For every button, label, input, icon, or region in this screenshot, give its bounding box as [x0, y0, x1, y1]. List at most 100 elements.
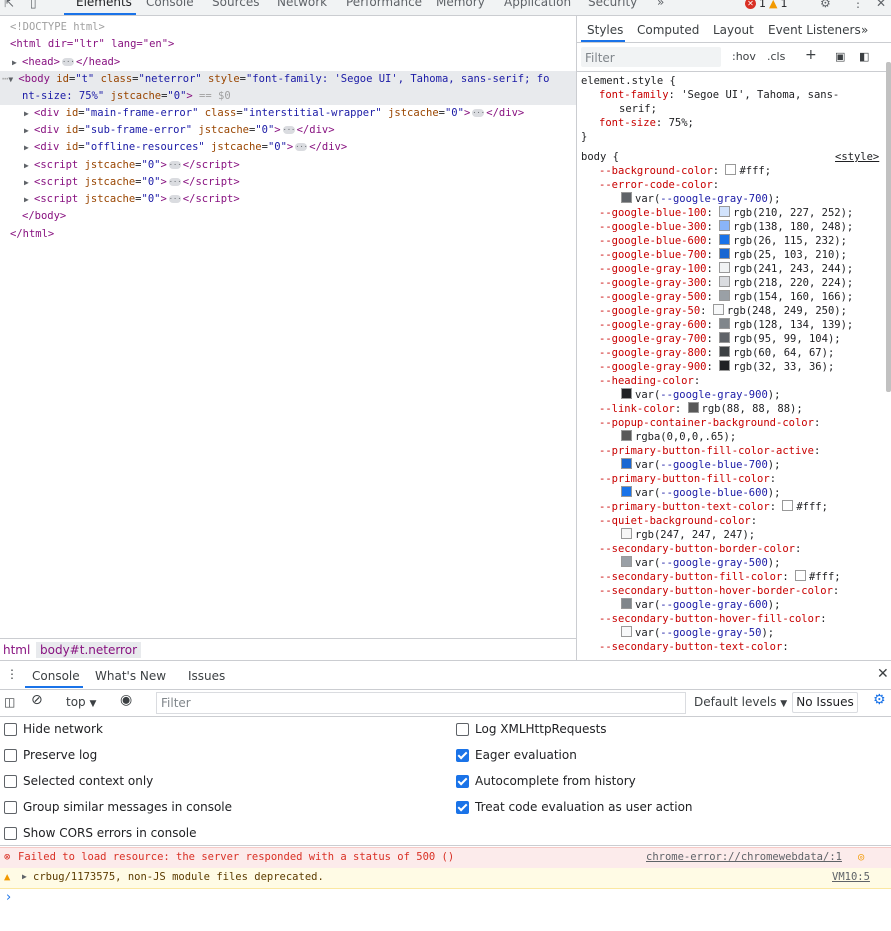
color-swatch[interactable]: [794, 570, 806, 581]
checkbox[interactable]: [4, 748, 17, 762]
css-variable-declaration[interactable]: --heading-color:: [599, 374, 700, 388]
tab-console[interactable]: Console: [146, 0, 194, 9]
setting-show-cors-errors-in-console[interactable]: Show CORS errors in console: [4, 826, 197, 840]
css-variable-declaration[interactable]: --error-code-color:: [599, 178, 719, 192]
css-variable-declaration[interactable]: --google-blue-100: rgb(210, 227, 252);: [599, 206, 853, 220]
breadcrumb-body[interactable]: body#t.neterror: [36, 642, 141, 658]
color-swatch[interactable]: [719, 346, 731, 357]
div-sub-frame-error-node[interactable]: ▶ <div id="sub-frame-error" jstcache="0">…: [24, 122, 335, 139]
paint-bucket-icon[interactable]: ▣: [835, 50, 845, 63]
css-variable-declaration[interactable]: --secondary-button-border-color:: [599, 542, 801, 556]
css-variable-value[interactable]: var(--google-blue-600);: [621, 486, 780, 500]
color-swatch[interactable]: [719, 234, 731, 245]
checkbox[interactable]: [4, 722, 17, 736]
context-selector[interactable]: top ▼: [66, 695, 96, 709]
css-variable-declaration[interactable]: --google-gray-100: rgb(241, 243, 244);: [599, 262, 853, 276]
color-swatch[interactable]: [621, 598, 632, 609]
color-swatch[interactable]: [719, 206, 731, 217]
color-swatch[interactable]: [621, 556, 632, 567]
color-swatch[interactable]: [621, 430, 632, 441]
color-swatch[interactable]: [621, 192, 632, 203]
drawer-tab-console[interactable]: Console: [32, 669, 80, 683]
setting-hide-network[interactable]: Hide network: [4, 722, 103, 736]
tab-memory[interactable]: Memory: [436, 0, 485, 9]
color-swatch[interactable]: [621, 486, 632, 497]
sidebar-toggle-icon[interactable]: ◫: [4, 695, 15, 709]
color-swatch[interactable]: [719, 332, 731, 343]
css-variable-value[interactable]: var(--google-gray-50);: [621, 626, 774, 640]
styles-scrollbar[interactable]: [886, 62, 891, 392]
color-swatch[interactable]: [621, 388, 632, 399]
setting-group-similar-messages-in-console[interactable]: Group similar messages in console: [4, 800, 232, 814]
tab-layout[interactable]: Layout: [713, 23, 754, 37]
color-swatch[interactable]: [719, 290, 731, 301]
css-variable-declaration[interactable]: --secondary-button-text-color:: [599, 640, 789, 654]
rule-source-link[interactable]: <style>: [835, 150, 879, 164]
close-devtools-icon[interactable]: ✕: [876, 0, 886, 10]
css-variable-declaration[interactable]: --secondary-button-hover-border-color:: [599, 584, 839, 598]
collapse-triangle-icon[interactable]: ▼: [8, 71, 18, 88]
checkbox[interactable]: [456, 722, 469, 736]
css-variable-value[interactable]: var(--google-gray-500);: [621, 556, 780, 570]
drawer-menu-icon[interactable]: ⋮: [6, 667, 18, 681]
breadcrumb-html[interactable]: html: [3, 643, 30, 657]
setting-treat-code-evaluation-as-user-action[interactable]: Treat code evaluation as user action: [456, 800, 693, 814]
error-source-link[interactable]: chrome-error://chromewebdata/:1: [646, 851, 842, 863]
html-node[interactable]: <html dir="ltr" lang="en">: [10, 36, 174, 53]
css-variable-declaration[interactable]: --google-blue-600: rgb(26, 115, 232);: [599, 234, 847, 248]
expand-triangle-icon[interactable]: ▶: [12, 54, 22, 71]
close-drawer-icon[interactable]: ✕: [877, 666, 889, 682]
error-count-badge[interactable]: ✕ 1 ▲ 1: [745, 0, 787, 10]
div-offline-resources-node[interactable]: ▶ <div id="offline-resources" jstcache="0…: [24, 139, 347, 156]
css-variable-declaration[interactable]: --google-gray-800: rgb(60, 64, 67);: [599, 346, 834, 360]
css-variable-declaration[interactable]: --quiet-background-color:: [599, 514, 757, 528]
toggle-sidebar-icon[interactable]: ◧: [859, 50, 869, 63]
color-swatch[interactable]: [712, 304, 724, 315]
checkbox[interactable]: [456, 748, 469, 762]
expand-triangle-icon[interactable]: ▶: [22, 872, 27, 881]
cls-toggle-button[interactable]: .cls: [767, 50, 785, 63]
css-variable-value[interactable]: var(--google-gray-700);: [621, 192, 780, 206]
css-variable-declaration[interactable]: --google-blue-300: rgb(138, 180, 248);: [599, 220, 853, 234]
tab-performance[interactable]: Performance: [346, 0, 422, 9]
checkbox[interactable]: [456, 774, 469, 788]
setting-log-xmlhttprequests[interactable]: Log XMLHttpRequests: [456, 722, 607, 736]
css-variable-declaration[interactable]: --google-gray-500: rgb(154, 160, 166);: [599, 290, 853, 304]
hov-toggle-button[interactable]: :hov: [732, 50, 756, 63]
css-variable-value[interactable]: rgba(0,0,0,.65);: [621, 430, 736, 444]
checkbox[interactable]: [4, 774, 17, 788]
color-swatch[interactable]: [621, 458, 632, 469]
setting-autocomplete-from-history[interactable]: Autocomplete from history: [456, 774, 636, 788]
log-levels-dropdown[interactable]: Default levels ▼: [694, 695, 787, 709]
script-node[interactable]: ▶ <script jstcache="0"> ···</script>: [24, 191, 240, 208]
html-close-node[interactable]: </html>: [10, 226, 54, 243]
tab-application[interactable]: Application: [504, 0, 571, 9]
css-variable-declaration[interactable]: --primary-button-text-color: #fff;: [599, 500, 828, 514]
device-toolbar-icon[interactable]: ▯: [30, 0, 37, 10]
css-variable-declaration[interactable]: --google-gray-900: rgb(32, 33, 36);: [599, 360, 834, 374]
issues-button[interactable]: No Issues: [792, 692, 858, 713]
style-declaration[interactable]: font-size: 75%;: [599, 116, 694, 130]
console-filter-input[interactable]: Filter: [156, 692, 686, 714]
setting-eager-evaluation[interactable]: Eager evaluation: [456, 748, 577, 762]
head-node[interactable]: ▶ <head> ···</head>: [12, 54, 120, 71]
color-swatch[interactable]: [621, 528, 632, 539]
color-swatch[interactable]: [621, 626, 632, 637]
tab-network[interactable]: Network: [277, 0, 327, 9]
tab-security[interactable]: Security: [588, 0, 637, 9]
css-variable-value[interactable]: var(--google-blue-700);: [621, 458, 780, 472]
color-swatch[interactable]: [687, 402, 699, 413]
tab-computed[interactable]: Computed: [637, 23, 699, 37]
css-variable-declaration[interactable]: --google-gray-700: rgb(95, 99, 104);: [599, 332, 841, 346]
css-variable-declaration[interactable]: --popup-container-background-color:: [599, 416, 820, 430]
css-variable-declaration[interactable]: --primary-button-fill-color:: [599, 472, 776, 486]
clear-console-icon[interactable]: ⊘: [31, 692, 43, 708]
color-swatch[interactable]: [719, 318, 731, 329]
warning-source-link[interactable]: VM10:5: [832, 871, 870, 883]
css-variable-value[interactable]: var(--google-gray-600);: [621, 598, 780, 612]
css-variable-declaration[interactable]: --google-gray-600: rgb(128, 134, 139);: [599, 318, 853, 332]
checkbox[interactable]: [456, 800, 469, 814]
color-swatch[interactable]: [719, 276, 731, 287]
tab-event-listeners[interactable]: Event Listeners: [768, 23, 861, 37]
css-variable-declaration[interactable]: --link-color: rgb(88, 88, 88);: [599, 402, 803, 416]
